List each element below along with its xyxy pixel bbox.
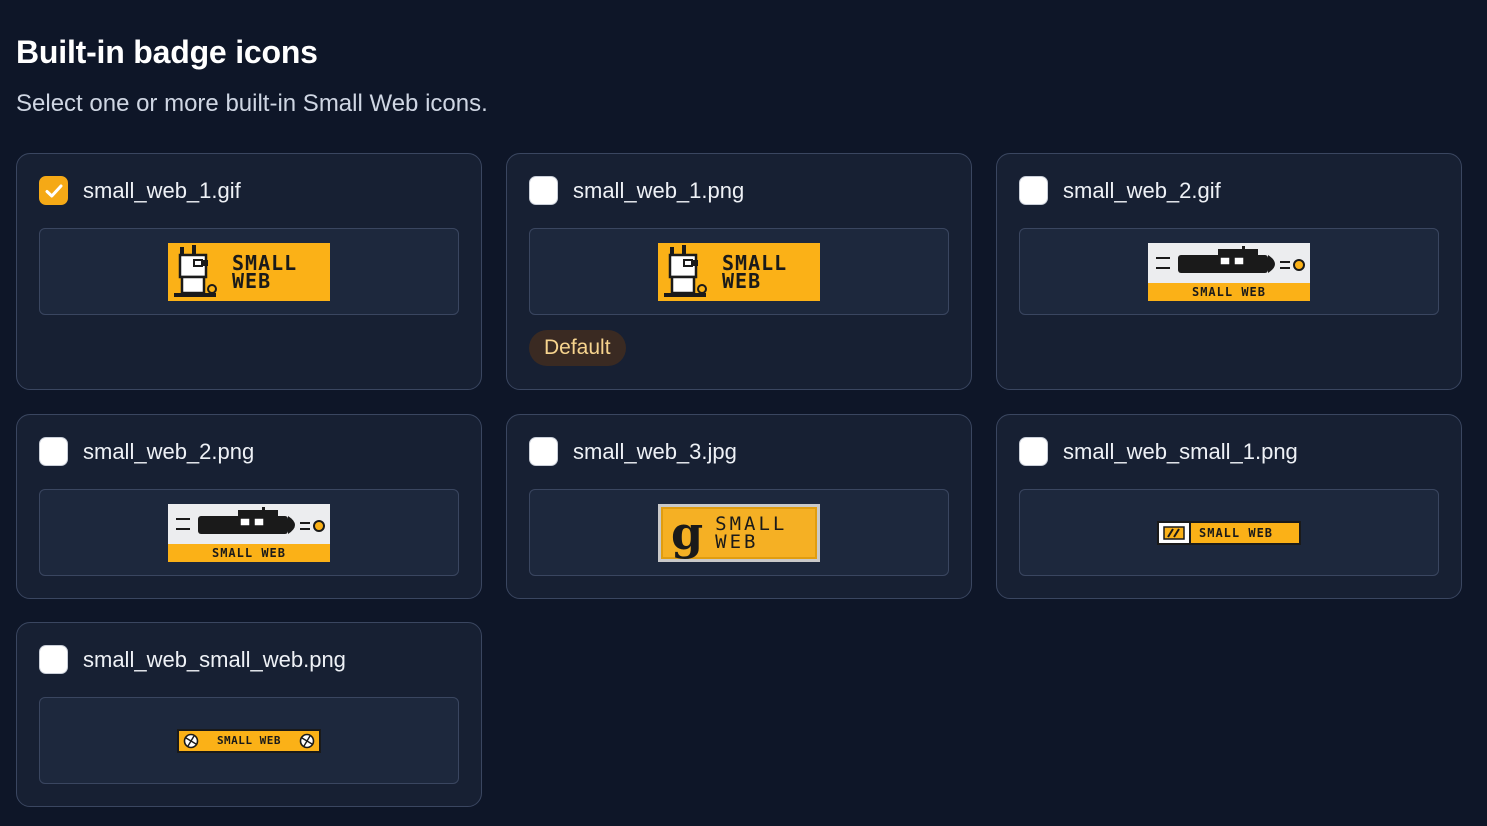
globe-icon bbox=[183, 733, 199, 748]
icon-option[interactable]: small_web_3.jpg bbox=[529, 437, 737, 466]
badge-text: SMALL WEB bbox=[168, 543, 330, 562]
small-web-badge-image: SMALL WEB bbox=[1148, 242, 1310, 301]
small-web-badge-image: SMALL WEB bbox=[177, 728, 321, 753]
badge-text: SMALL WEB bbox=[1199, 525, 1274, 540]
rocket-icon bbox=[176, 506, 325, 534]
icon-file-name: small_web_2.gif bbox=[1063, 177, 1221, 203]
badge-text: SMALL WEB bbox=[216, 734, 282, 747]
rocket-icon bbox=[1156, 245, 1305, 273]
icon-card-small-web-small-web-png[interactable]: small_web_small_web.png SMALL WEB bbox=[16, 622, 482, 807]
icon-card-small-web-2-gif[interactable]: small_web_2.gif SMALL WEB bbox=[996, 153, 1462, 390]
icon-preview: SMALL WEB bbox=[39, 228, 459, 315]
small-web-logo-icon bbox=[1159, 522, 1191, 543]
icon-checkbox[interactable] bbox=[1019, 176, 1048, 205]
icon-preview: g SMALL WEB bbox=[529, 489, 949, 576]
dog-icon bbox=[174, 244, 217, 297]
icon-file-name: small_web_1.gif bbox=[83, 177, 241, 203]
dog-icon bbox=[664, 244, 707, 297]
icon-file-name: small_web_small_web.png bbox=[83, 646, 346, 672]
badge-text: SMALL WEB bbox=[232, 250, 298, 293]
icon-file-name: small_web_3.jpg bbox=[573, 438, 737, 464]
check-icon bbox=[45, 184, 62, 197]
small-web-badge-image: g SMALL WEB bbox=[658, 503, 820, 562]
badge-text: SMALL WEB bbox=[1148, 282, 1310, 301]
icon-checkbox[interactable] bbox=[39, 437, 68, 466]
icon-checkbox[interactable] bbox=[39, 645, 68, 674]
icon-preview: SMALL WEB bbox=[1019, 228, 1439, 315]
icon-checkbox[interactable] bbox=[529, 176, 558, 205]
icon-option[interactable]: small_web_small_1.png bbox=[1019, 437, 1298, 466]
icon-checkbox[interactable] bbox=[1019, 437, 1048, 466]
icon-preview: SMALL WEB bbox=[39, 697, 459, 784]
section-subtitle: Select one or more built-in Small Web ic… bbox=[16, 90, 488, 117]
icon-file-name: small_web_2.png bbox=[83, 438, 255, 464]
small-web-badge-image: SMALL WEB bbox=[1157, 520, 1301, 545]
icon-preview: SMALL WEB bbox=[529, 228, 949, 315]
icon-card-small-web-small-1-png[interactable]: small_web_small_1.png SMALL WEB bbox=[996, 414, 1462, 599]
g-logo-icon: g bbox=[671, 505, 704, 560]
icon-option[interactable]: small_web_2.png bbox=[39, 437, 254, 466]
icon-card-small-web-3-jpg[interactable]: small_web_3.jpg g SMALL WEB bbox=[506, 414, 972, 599]
small-web-badge-image: SMALL WEB bbox=[168, 503, 330, 562]
icon-option[interactable]: small_web_1.png bbox=[529, 176, 744, 205]
section-title: Built-in badge icons bbox=[16, 34, 318, 70]
icon-file-name: small_web_1.png bbox=[573, 177, 745, 203]
icon-preview: SMALL WEB bbox=[39, 489, 459, 576]
icon-card-small-web-2-png[interactable]: small_web_2.png SMALL WEB bbox=[16, 414, 482, 599]
small-web-badge-image: SMALL WEB bbox=[658, 242, 820, 301]
default-tag: Default bbox=[529, 330, 626, 366]
icon-card-small-web-1-png[interactable]: small_web_1.png SMALL WEB Default bbox=[506, 153, 972, 390]
icon-option[interactable]: small_web_small_web.png bbox=[39, 645, 346, 674]
icon-file-name: small_web_small_1.png bbox=[1063, 438, 1298, 464]
icon-option[interactable]: small_web_2.gif bbox=[1019, 176, 1221, 205]
icon-card-small-web-1-gif[interactable]: small_web_1.gif SMALL WEB bbox=[16, 153, 482, 390]
icon-option[interactable]: small_web_1.gif bbox=[39, 176, 241, 205]
globe-icon bbox=[299, 733, 315, 748]
badge-text: SMALL WEB bbox=[722, 250, 788, 293]
icon-checkbox[interactable] bbox=[529, 437, 558, 466]
icon-preview: SMALL WEB bbox=[1019, 489, 1439, 576]
badge-text: SMALL WEB bbox=[715, 512, 788, 553]
small-web-badge-image: SMALL WEB bbox=[168, 242, 330, 301]
icon-checkbox[interactable] bbox=[39, 176, 68, 205]
